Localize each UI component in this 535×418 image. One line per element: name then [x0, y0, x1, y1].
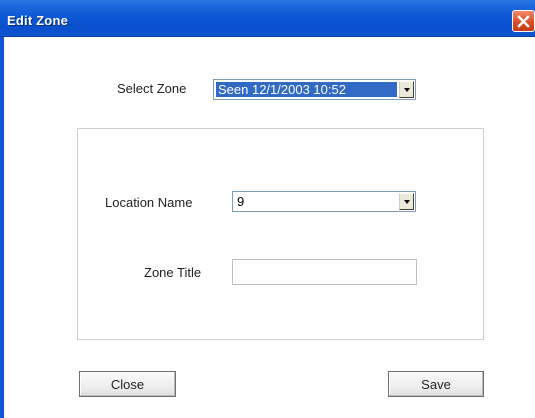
chevron-down-icon — [403, 199, 410, 204]
close-icon — [517, 14, 530, 28]
save-button[interactable]: Save — [388, 371, 484, 397]
location-name-label: Location Name — [105, 195, 193, 210]
title-bar[interactable]: Edit Zone — [0, 0, 535, 37]
close-button[interactable]: Close — [79, 371, 176, 397]
window-title: Edit Zone — [7, 13, 69, 28]
zone-details-groupbox — [77, 128, 484, 340]
window-close-button[interactable] — [512, 10, 535, 32]
select-zone-dropdown-button[interactable] — [399, 81, 414, 98]
select-zone-dropdown[interactable]: Seen 12/1/2003 10:52 — [213, 79, 416, 100]
location-name-dropdown[interactable]: 9 — [232, 191, 416, 212]
select-zone-label: Select Zone — [117, 81, 187, 96]
location-name-value: 9 — [237, 194, 245, 209]
zone-title-input[interactable] — [232, 259, 417, 285]
window-frame-left — [0, 37, 4, 418]
chevron-down-icon — [403, 87, 410, 92]
location-name-dropdown-button[interactable] — [399, 193, 414, 210]
edit-zone-dialog: Edit Zone Select Zone Seen 12/1/2003 10:… — [0, 0, 535, 418]
select-zone-value: Seen 12/1/2003 10:52 — [216, 82, 397, 97]
zone-title-label: Zone Title — [144, 265, 202, 280]
